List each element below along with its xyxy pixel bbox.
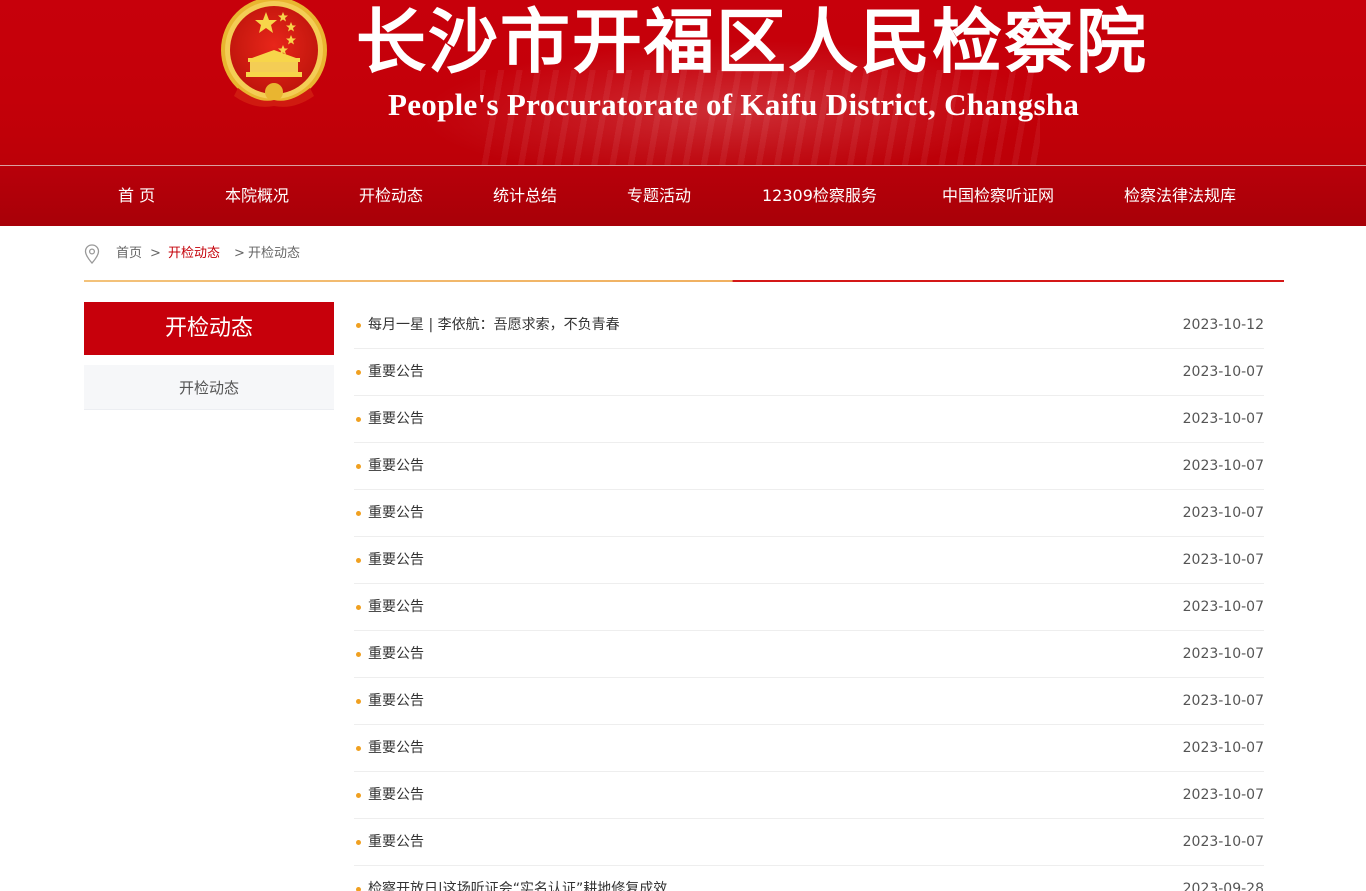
main-navigation: 首 页 本院概况 开检动态 统计总结 专题活动 12309检察服务 中国检察听证… xyxy=(0,165,1366,226)
list-item-date: 2023-10-07 xyxy=(1182,834,1264,850)
list-item-title[interactable]: 重要公告 xyxy=(368,396,424,442)
nav-item-hearing-network[interactable]: 中国检察听证网 xyxy=(942,166,1054,226)
bullet-icon xyxy=(356,417,361,422)
bullet-icon xyxy=(356,370,361,375)
list-item-title[interactable]: 重要公告 xyxy=(368,772,424,818)
list-item-title[interactable]: 重要公告 xyxy=(368,678,424,724)
list-item-title[interactable]: 重要公告 xyxy=(368,819,424,865)
bullet-icon xyxy=(356,511,361,516)
bullet-icon xyxy=(356,464,361,469)
breadcrumb-divider xyxy=(84,280,1284,282)
nav-item-about[interactable]: 本院概况 xyxy=(225,166,289,226)
bullet-icon xyxy=(356,840,361,845)
bullet-icon xyxy=(356,605,361,610)
site-header: 长沙市开福区人民检察院 People's Procuratorate of Ka… xyxy=(0,0,1366,165)
list-item[interactable]: 重要公告 2023-10-07 xyxy=(354,490,1264,537)
breadcrumb-current: 开检动态 xyxy=(248,246,301,261)
list-item-title[interactable]: 重要公告 xyxy=(368,537,424,583)
nav-item-special-events[interactable]: 专题活动 xyxy=(627,166,691,226)
list-item-date: 2023-10-07 xyxy=(1182,552,1264,568)
nav-item-law-library[interactable]: 检察法律法规库 xyxy=(1124,166,1236,226)
list-item[interactable]: 重要公告 2023-10-07 xyxy=(354,725,1264,772)
list-item[interactable]: 重要公告 2023-10-07 xyxy=(354,772,1264,819)
site-title-chinese: 长沙市开福区人民检察院 xyxy=(356,0,1148,83)
list-item-title[interactable]: 重要公告 xyxy=(368,631,424,677)
list-item-date: 2023-10-07 xyxy=(1182,646,1264,662)
list-item[interactable]: 每月一星 | 李依航：吾愿求索，不负青春 2023-10-12 xyxy=(354,302,1264,349)
list-item[interactable]: 重要公告 2023-10-07 xyxy=(354,349,1264,396)
list-item-date: 2023-10-07 xyxy=(1182,599,1264,615)
breadcrumb-separator: > xyxy=(234,246,245,261)
list-item-date: 2023-09-28 xyxy=(1182,881,1264,891)
list-item-date: 2023-10-07 xyxy=(1182,364,1264,380)
breadcrumb-home-link[interactable]: 首页 xyxy=(116,240,142,268)
list-item[interactable]: 重要公告 2023-10-07 xyxy=(354,396,1264,443)
bullet-icon xyxy=(356,652,361,657)
list-item[interactable]: 重要公告 2023-10-07 xyxy=(354,631,1264,678)
location-pin-icon xyxy=(84,244,100,264)
list-item-title[interactable]: 重要公告 xyxy=(368,349,424,395)
breadcrumb-section-link[interactable]: 开检动态 xyxy=(168,240,220,268)
bullet-icon xyxy=(356,323,361,328)
nav-item-news[interactable]: 开检动态 xyxy=(359,166,423,226)
breadcrumb: 首页 > 开检动态 > 开检动态 xyxy=(84,240,484,268)
bullet-icon xyxy=(356,699,361,704)
list-item[interactable]: 检察开放日|这场听证会“实名认证”耕地修复成效 2023-09-28 xyxy=(354,866,1264,891)
list-item-date: 2023-10-07 xyxy=(1182,787,1264,803)
list-item-date: 2023-10-07 xyxy=(1182,505,1264,521)
bullet-icon xyxy=(356,793,361,798)
bullet-icon xyxy=(356,887,361,891)
nav-item-statistics[interactable]: 统计总结 xyxy=(493,166,557,226)
bullet-icon xyxy=(356,746,361,751)
bullet-icon xyxy=(356,558,361,563)
list-item-date: 2023-10-07 xyxy=(1182,458,1264,474)
list-item[interactable]: 重要公告 2023-10-07 xyxy=(354,443,1264,490)
sidebar-title: 开检动态 xyxy=(84,302,334,355)
list-item[interactable]: 重要公告 2023-10-07 xyxy=(354,819,1264,866)
nav-item-home[interactable]: 首 页 xyxy=(118,166,155,226)
breadcrumb-separator: > xyxy=(150,246,161,261)
site-title-english: People's Procuratorate of Kaifu District… xyxy=(388,87,1080,122)
list-item-title[interactable]: 每月一星 | 李依航：吾愿求索，不负青春 xyxy=(368,302,620,348)
list-item-title[interactable]: 重要公告 xyxy=(368,490,424,536)
list-item[interactable]: 重要公告 2023-10-07 xyxy=(354,584,1264,631)
list-item-title[interactable]: 检察开放日|这场听证会“实名认证”耕地修复成效 xyxy=(368,866,667,891)
list-item-title[interactable]: 重要公告 xyxy=(368,443,424,489)
sidebar-item-news[interactable]: 开检动态 xyxy=(84,365,334,410)
national-emblem-icon xyxy=(221,0,327,107)
list-item[interactable]: 重要公告 2023-10-07 xyxy=(354,537,1264,584)
list-item-date: 2023-10-12 xyxy=(1182,317,1264,333)
list-item-title[interactable]: 重要公告 xyxy=(368,725,424,771)
list-item-date: 2023-10-07 xyxy=(1182,411,1264,427)
list-item-date: 2023-10-07 xyxy=(1182,740,1264,756)
list-item-date: 2023-10-07 xyxy=(1182,693,1264,709)
list-item-title[interactable]: 重要公告 xyxy=(368,584,424,630)
nav-item-12309-service[interactable]: 12309检察服务 xyxy=(762,166,877,226)
list-item[interactable]: 重要公告 2023-10-07 xyxy=(354,678,1264,725)
